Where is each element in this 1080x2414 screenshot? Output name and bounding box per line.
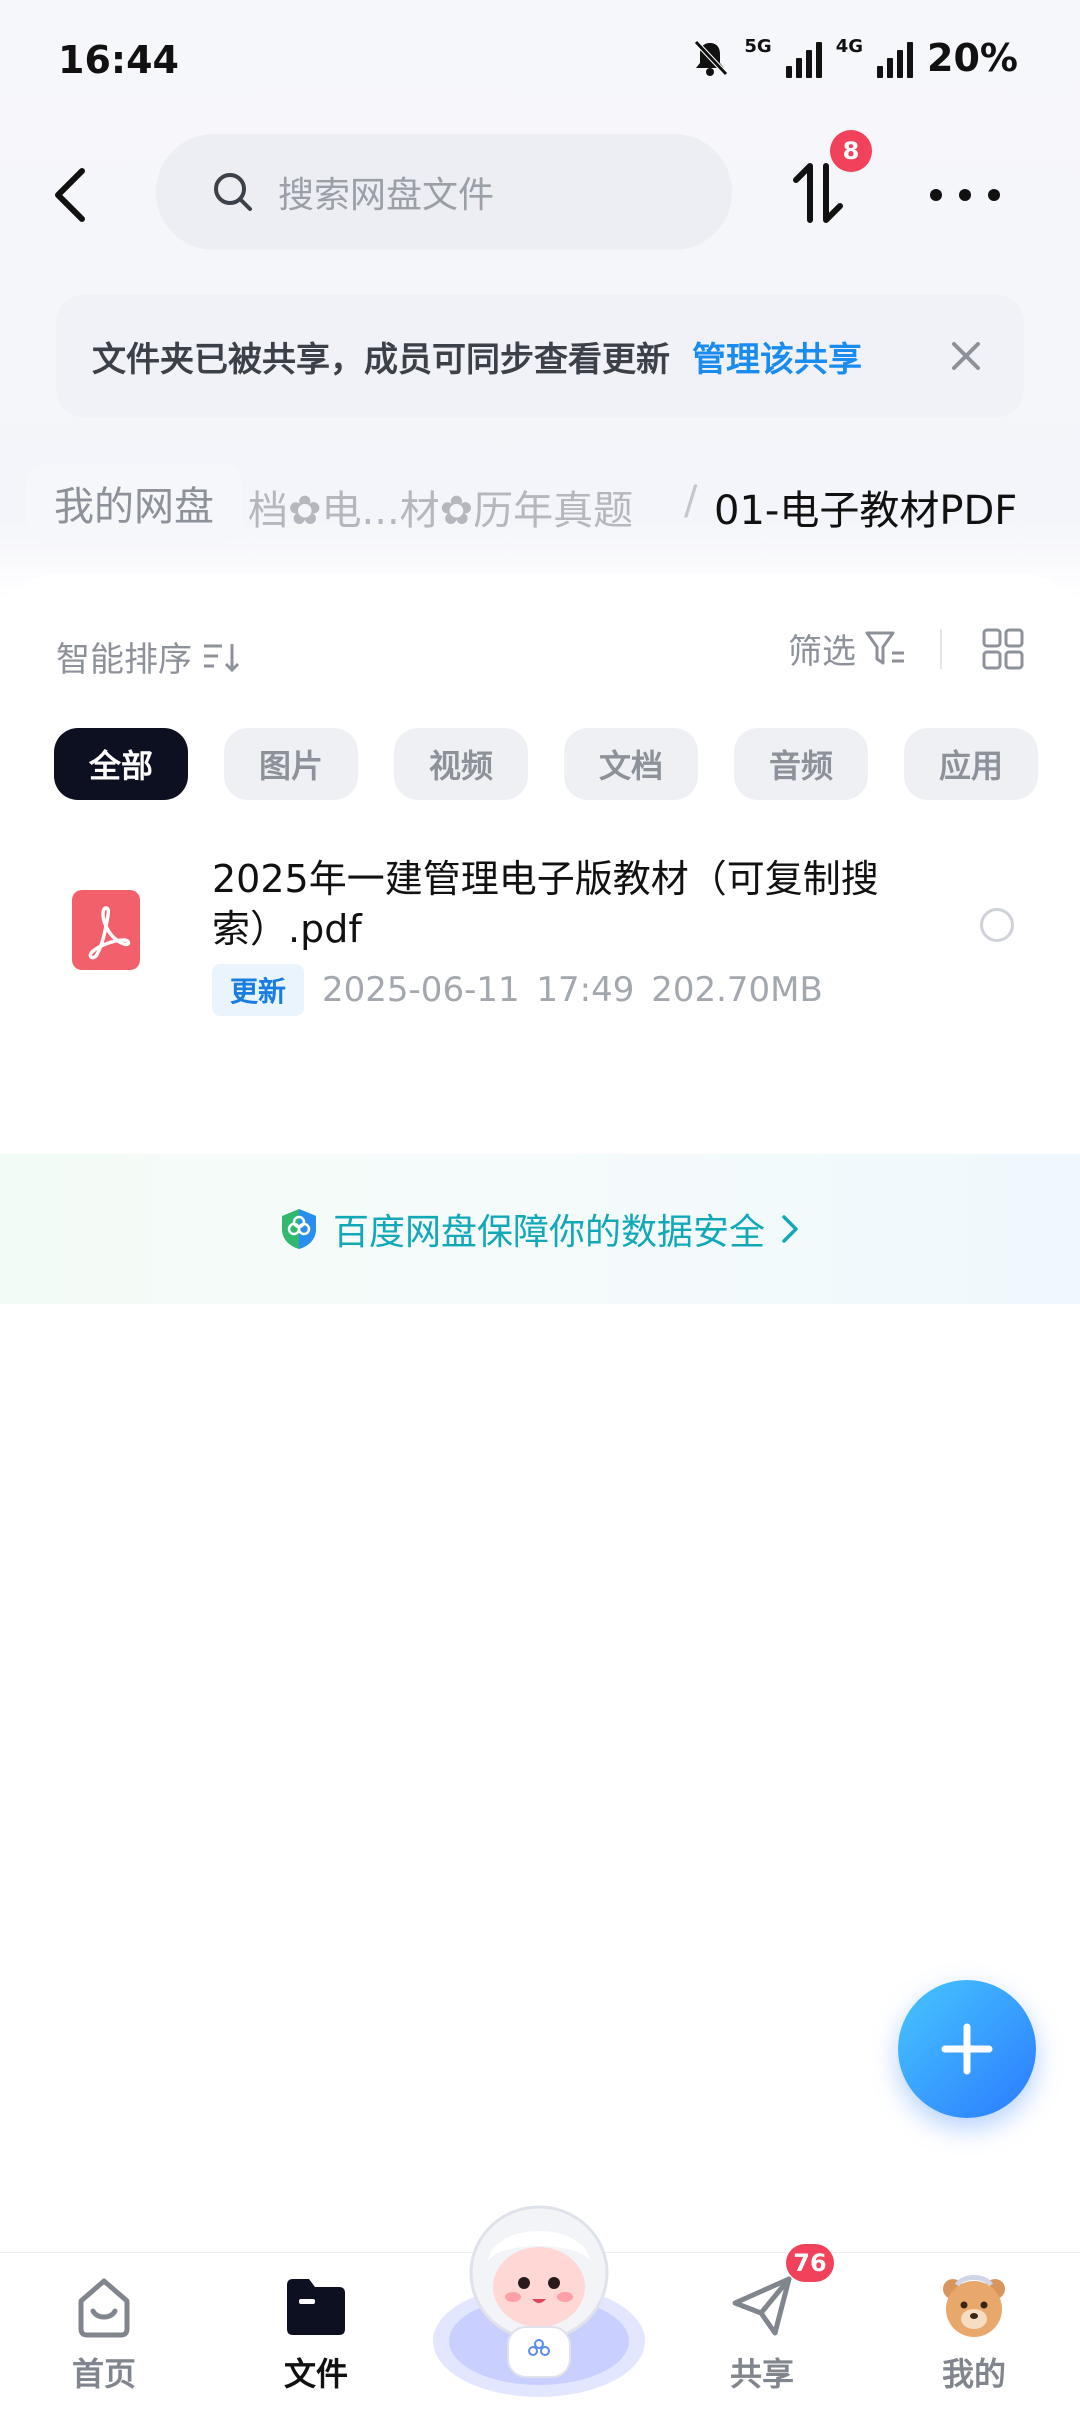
mute-icon [694,40,729,76]
nav-home-label: 首页 [71,2355,136,2393]
search-placeholder: 搜索网盘文件 [278,175,495,216]
chip-images[interactable]: 图片 [224,728,358,800]
list-item[interactable]: 2025年一建管理电子版教材（可复制搜索）.pdf 更新 2025-06-11 … [0,854,1080,1054]
file-details: 2025-06-11 17:49 202.70MB [322,970,823,1010]
chevron-left-icon [55,168,85,222]
filter-icon[interactable] [864,629,906,669]
shield-icon [281,1209,316,1249]
more-button[interactable] [930,170,1000,220]
select-checkbox[interactable] [980,908,1014,942]
close-icon[interactable] [944,334,988,378]
safety-text: 百度网盘保障你的数据安全 [332,1212,765,1253]
signal-icon [785,38,822,78]
manage-share-link[interactable]: 管理该共享 [692,332,862,381]
status-time: 16:44 [58,38,179,82]
more-dot [988,189,1000,201]
search-icon [214,173,252,211]
file-meta: 更新 2025-06-11 17:49 202.70MB [212,964,823,1016]
folder-icon [287,2279,345,2335]
nav-share[interactable]: 共享 [692,2271,832,2395]
more-dot [959,189,971,201]
sort-icon [204,643,240,672]
sort-label: 智能排序 [56,640,192,680]
nav-files[interactable]: 文件 [246,2271,386,2395]
more-dot [930,189,942,201]
breadcrumb-current: 01-电子教材PDF [714,488,1018,534]
mascot-icon[interactable] [428,2191,650,2401]
battery-level: 20% [927,36,1018,80]
file-name: 2025年一建管理电子版教材（可复制搜索）.pdf [212,857,879,951]
transfer-badge: 8 [830,130,872,172]
category-chips: 全部 图片 视频 文档 音频 应用 [54,728,1038,800]
nav-share-label: 共享 [729,2355,794,2393]
toolbar-divider [940,628,942,669]
avatar [943,2275,1005,2337]
home-icon [78,2278,130,2338]
nav-mine[interactable]: 我的 [904,2271,1044,2395]
update-tag: 更新 [212,964,305,1016]
chip-audio[interactable]: 音频 [734,728,868,800]
network-label-1: 5G [744,35,772,57]
breadcrumb-separator: / [684,478,698,524]
bottom-nav: 首页 文件 共享 我的 [0,2205,1080,2414]
status-bar: 16:44 5G 4G 20% [0,0,1080,130]
network-label-2: 4G [835,35,864,57]
grid-view-icon[interactable] [982,628,1024,670]
nav-home[interactable]: 首页 [34,2271,174,2395]
chip-all[interactable]: 全部 [54,728,188,800]
filter-button[interactable]: 筛选 [788,624,856,673]
filter-controls: 筛选 [788,624,1024,673]
back-button[interactable] [40,160,100,230]
nav-mine-label: 我的 [941,2355,1006,2393]
breadcrumb: 档✿电...材✿历年真题 我的网盘 / 01-电子教材PDF [0,458,1080,548]
chevron-right-icon [782,1215,798,1243]
chip-videos[interactable]: 视频 [394,728,528,800]
share-notice: 文件夹已被共享，成员可同步查看更新 管理该共享 [56,294,1024,418]
signal-icon [877,38,914,78]
search-input[interactable]: 搜索网盘文件 [156,134,732,250]
chip-apps[interactable]: 应用 [904,728,1038,800]
breadcrumb-middle[interactable]: 档✿电...材✿历年真题 [248,478,633,536]
nav-files-label: 文件 [283,2355,348,2393]
pdf-file-icon [72,890,140,970]
notice-text: 文件夹已被共享，成员可同步查看更新 [92,339,670,380]
breadcrumb-root[interactable]: 我的网盘 [26,464,242,542]
plus-icon [941,2023,993,2075]
share-badge: 76 [786,2244,834,2282]
status-icons: 5G 4G 20% [690,36,1018,80]
add-button[interactable] [898,1980,1036,2118]
paper-plane-icon [732,2276,792,2336]
sort-button[interactable]: 智能排序 [56,632,242,681]
screen: 16:44 5G 4G 20% 搜索网盘文件 8 文件夹已被共享，成员可同步查看… [0,0,1080,2414]
data-safety-banner[interactable]: 百度网盘保障你的数据安全 [0,1154,1080,1304]
chip-documents[interactable]: 文档 [564,728,698,800]
